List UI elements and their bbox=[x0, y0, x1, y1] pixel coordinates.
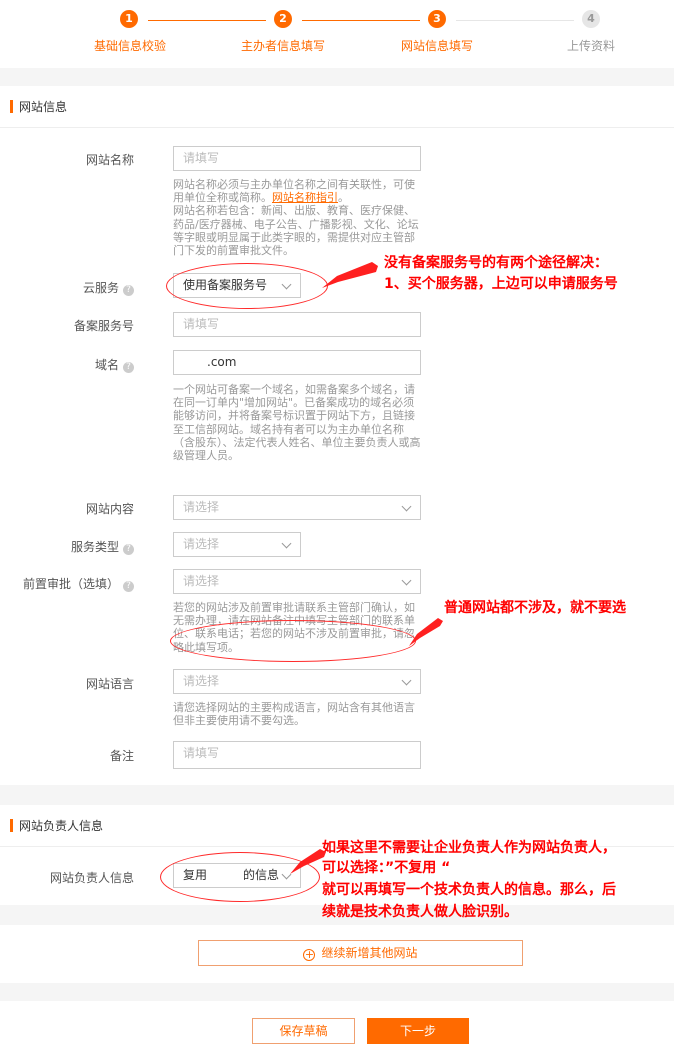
annotation-arrows bbox=[290, 262, 443, 874]
annotation-arrow bbox=[290, 849, 326, 874]
annotation-arrow bbox=[409, 618, 443, 646]
annotation-arrow bbox=[322, 262, 378, 288]
